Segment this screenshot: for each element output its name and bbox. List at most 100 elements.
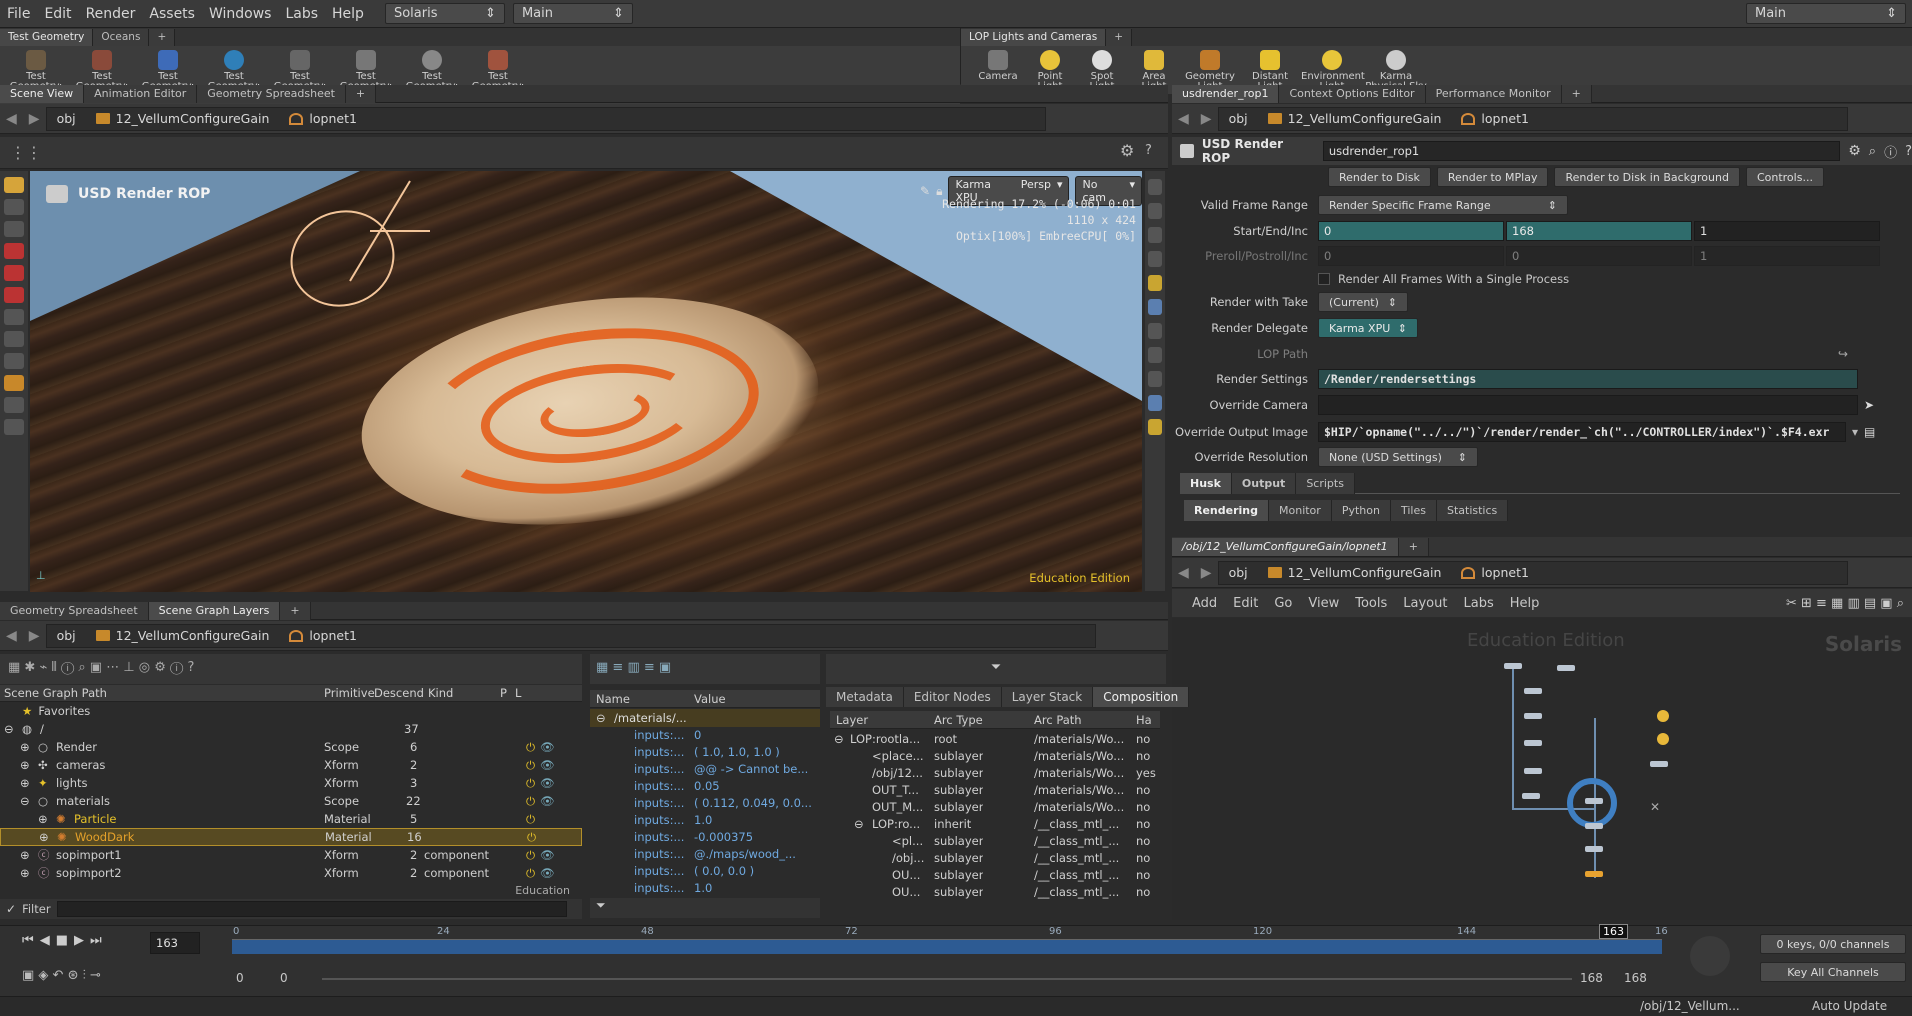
transform-tool-icon[interactable]: [4, 199, 24, 215]
comp-row[interactable]: OU... sublayer /__class_mtl_... no: [830, 866, 1160, 884]
forward-arrow-icon[interactable]: ▶: [1195, 111, 1218, 127]
comp-row[interactable]: <place... sublayer/materials/Wo... no: [830, 747, 1160, 765]
network-tools-icon[interactable]: ✂ ⊞ ≡ ▦ ▥ ▤ ▣ ⌕: [1786, 596, 1912, 611]
col-arc-type[interactable]: Arc Type: [934, 713, 983, 727]
tree-row[interactable]: ⊕ ⓒ sopimport2 Xform 2 component ⏻ 👁︎: [0, 864, 582, 882]
render-delegate-select[interactable]: Karma XPU ⇕: [1318, 318, 1418, 338]
expand-icon[interactable]: ⊕: [20, 758, 30, 772]
keys-channels[interactable]: 0 keys, 0/0 channels: [1760, 934, 1906, 954]
back-arrow-icon[interactable]: ◀: [1172, 565, 1195, 581]
forward-arrow-icon[interactable]: ▶: [23, 628, 46, 644]
attrib-row[interactable]: inputs:... 1.0: [590, 811, 820, 829]
network-node[interactable]: [1522, 793, 1540, 799]
help-icon[interactable]: ?: [1145, 143, 1152, 158]
visibility-icon[interactable]: 👁︎: [540, 758, 555, 772]
render-background-button[interactable]: Render to Disk in Background: [1554, 167, 1740, 187]
tab-statistics[interactable]: Statistics: [1436, 500, 1509, 521]
lock-view-icon[interactable]: [1148, 227, 1162, 243]
tree-row[interactable]: ⊖ ○ materials Scope 22 ⏻ 👁︎: [0, 792, 582, 810]
forward-arrow-icon[interactable]: ▶: [1195, 565, 1218, 581]
net-menu-go[interactable]: Go: [1268, 596, 1298, 611]
render-to-mplay-button[interactable]: Render to MPlay: [1436, 167, 1549, 187]
visibility-icon[interactable]: 👁︎: [540, 866, 555, 880]
snapshot-icon[interactable]: [1148, 323, 1162, 339]
visibility-icon[interactable]: 👁︎: [540, 848, 555, 862]
comp-row[interactable]: <pl... sublayer /__class_mtl_... no: [830, 832, 1160, 850]
col-descend[interactable]: Descend: [374, 686, 424, 700]
shelf-tab-oceans[interactable]: Oceans: [93, 29, 150, 46]
auto-update-select[interactable]: Auto Update: [1812, 999, 1887, 1013]
add-tab-icon[interactable]: +: [149, 29, 176, 46]
path-field[interactable]: obj 12_VellumConfigureGain lopnet1: [45, 623, 1096, 648]
crumb-network[interactable]: 12_VellumConfigureGain: [86, 108, 280, 130]
main-select[interactable]: Main ⇕: [512, 3, 633, 24]
add-tab-icon[interactable]: +: [1561, 84, 1592, 103]
render-region-icon[interactable]: [1148, 371, 1162, 387]
tab-animation-editor[interactable]: Animation Editor: [84, 84, 198, 103]
viewport[interactable]: USD Render ROP ✎ 🔒︎ Karma XPU Persp ▾ No c…: [30, 171, 1142, 592]
shelf-tab-lop-lights[interactable]: LOP Lights and Cameras: [961, 29, 1107, 46]
attrib-row[interactable]: inputs:... ( 0.0, 0.0 ): [590, 862, 820, 880]
render-all-frames-checkbox[interactable]: [1318, 273, 1330, 285]
info-icon[interactable]: ⓘ: [1884, 142, 1897, 161]
display-options-icon[interactable]: [1148, 179, 1162, 195]
light-display-icon[interactable]: [1148, 275, 1162, 291]
tab-scene-view[interactable]: Scene View: [0, 84, 85, 103]
net-menu-tools[interactable]: Tools: [1349, 596, 1393, 611]
add-tab-icon[interactable]: +: [345, 84, 377, 103]
menu-assets[interactable]: Assets: [142, 6, 202, 22]
filter-icon[interactable]: ⏷: [991, 660, 1001, 675]
start-field[interactable]: 0: [1318, 221, 1504, 241]
col-ha[interactable]: Ha: [1136, 713, 1152, 727]
comp-row[interactable]: OUT_T... sublayer/materials/Wo... no: [830, 781, 1160, 799]
file-browse-icon[interactable]: ▤: [1864, 425, 1875, 439]
render-settings-field[interactable]: /Render/rendersettings: [1318, 369, 1858, 389]
tree-row[interactable]: ⊕ ⓒ sopimport1 Xform 2 component ⏻ 👁︎: [0, 846, 582, 864]
comp-row[interactable]: ⊖ LOP:rootla... root/materials/Wo... no: [830, 730, 1160, 748]
scene-graph-tools-icon[interactable]: ▦ ✱ ⌁ ⫴ ⓘ ⌕ ▣ ⋯ ⊥ ◎ ⚙ ⓘ ?: [8, 660, 194, 675]
col-value[interactable]: Value: [694, 692, 726, 706]
light-node-icon[interactable]: [1657, 710, 1669, 722]
activation-icon[interactable]: ⏻: [526, 848, 535, 863]
tool-camera[interactable]: Camera: [973, 48, 1023, 82]
col-name[interactable]: Name: [596, 692, 630, 706]
key-all-channels-button[interactable]: Key All Channels: [1760, 962, 1906, 982]
aov-icon[interactable]: [1148, 395, 1162, 411]
chevron-down-icon[interactable]: ▾: [1852, 425, 1858, 439]
tab-scene-graph-layers[interactable]: Scene Graph Layers: [148, 601, 281, 620]
jump-icon[interactable]: ↪: [1838, 347, 1848, 361]
attrib-row[interactable]: inputs:... ( 0.112, 0.049, 0.0...: [590, 794, 820, 812]
menu-windows[interactable]: Windows: [202, 6, 279, 22]
paint-tool-icon[interactable]: [4, 397, 24, 413]
range-start[interactable]: 0: [236, 971, 244, 985]
tab-performance-monitor[interactable]: Performance Monitor: [1425, 84, 1562, 103]
crumb-lopnet[interactable]: lopnet1: [279, 625, 367, 647]
net-menu-labs[interactable]: Labs: [1457, 596, 1499, 611]
tree-row[interactable]: ⊕ ✦ lights Xform 3 ⏻ 👁︎: [0, 774, 582, 792]
handle-tool-icon[interactable]: [4, 309, 24, 325]
tab-output[interactable]: Output: [1231, 473, 1297, 494]
override-camera-field[interactable]: [1318, 395, 1858, 415]
pencil-icon[interactable]: ✎: [920, 184, 930, 198]
tree-row[interactable]: ⊕ ✺ Particle Material 5 ⏻: [0, 810, 582, 828]
tab-layer-stack[interactable]: Layer Stack: [1001, 687, 1094, 707]
forward-arrow-icon[interactable]: ▶: [23, 111, 46, 127]
crumb-obj[interactable]: obj: [47, 108, 86, 130]
attrib-row[interactable]: inputs:... -0.000375: [590, 828, 820, 846]
tree-row[interactable]: ⊕ ✣ cameras Xform 2 ⏻ 👁︎: [0, 756, 582, 774]
timeline-bar[interactable]: [232, 939, 1662, 954]
filter-input[interactable]: [56, 901, 567, 917]
expand-icon[interactable]: ⊖: [20, 794, 30, 808]
expand-icon[interactable]: ⊕: [20, 740, 30, 754]
audio-knob[interactable]: [1690, 936, 1730, 976]
crumb-lopnet[interactable]: lopnet1: [279, 108, 367, 130]
lock-tool-icon[interactable]: [4, 419, 24, 435]
attrib-view-icons[interactable]: ▦ ≡ ▥ ≡ ▣: [596, 660, 671, 675]
menu-edit[interactable]: Edit: [37, 6, 78, 22]
col-arc-path[interactable]: Arc Path: [1034, 713, 1082, 727]
crumb-network[interactable]: 12_VellumConfigureGain: [86, 625, 280, 647]
rotate-tool-icon[interactable]: [4, 221, 24, 237]
tab-monitor[interactable]: Monitor: [1269, 500, 1332, 521]
visibility-icon[interactable]: 👁︎: [540, 740, 555, 754]
network-node[interactable]: [1524, 768, 1542, 774]
